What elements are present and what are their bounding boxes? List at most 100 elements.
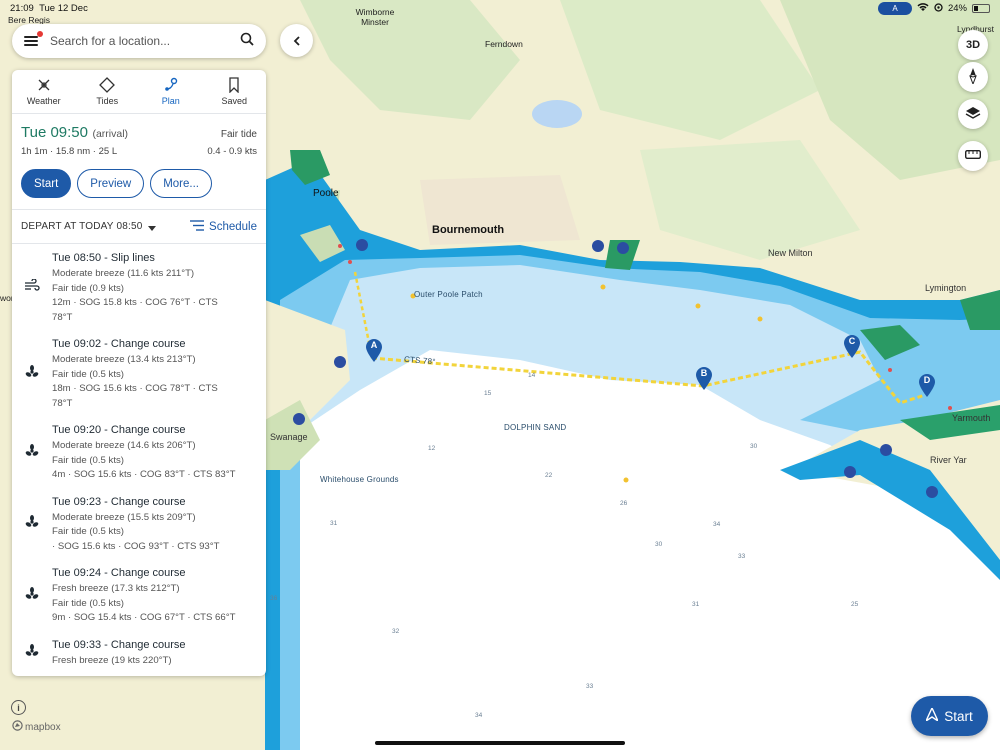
home-indicator[interactable] xyxy=(375,741,625,745)
start-fab-label: Start xyxy=(944,708,973,724)
tab-tides[interactable]: Tides xyxy=(76,70,140,113)
waypoint-a-pin[interactable]: A xyxy=(365,338,383,362)
list-item[interactable]: Tue 09:33 - Change course Fresh breeze (… xyxy=(12,639,266,669)
3d-toggle-button[interactable]: 3D xyxy=(958,30,988,60)
list-item[interactable]: Tue 09:20 - Change course Moderate breez… xyxy=(12,424,266,483)
svg-text:33: 33 xyxy=(738,553,746,560)
step-detail: 12m · SOG 15.8 kts · COG 76°T · CTS xyxy=(52,297,218,308)
depart-label: DEPART AT TODAY 08:50 xyxy=(21,221,143,232)
status-right: A 24% xyxy=(877,2,990,15)
step-detail: Fair tide (0.5 kts) xyxy=(52,454,124,466)
tab-plan[interactable]: Plan xyxy=(139,70,203,113)
battery-icon xyxy=(972,4,990,13)
step-detail: Fair tide (0.9 kts) xyxy=(52,282,124,294)
mapbox-logo-icon xyxy=(12,720,23,734)
bookmark-icon xyxy=(229,77,239,93)
step-title: Tue 09:33 - Change course xyxy=(52,638,186,651)
step-detail: 78°T xyxy=(52,397,73,409)
schedule-button[interactable]: Schedule xyxy=(190,219,257,234)
list-item[interactable]: Tue 09:24 - Change course Fresh breeze (… xyxy=(12,567,266,626)
place-label: Lymington xyxy=(925,283,967,293)
svg-text:12: 12 xyxy=(428,445,436,452)
list-item[interactable]: Tue 09:23 - Change course Moderate breez… xyxy=(12,496,266,555)
compass-button[interactable] xyxy=(958,62,988,92)
location-icon xyxy=(934,2,943,15)
propeller-icon xyxy=(25,643,39,663)
more-button[interactable]: More... xyxy=(150,169,212,198)
sea-label: Whitehouse Grounds xyxy=(320,475,399,484)
svg-text:30: 30 xyxy=(655,541,663,548)
search-input[interactable] xyxy=(50,34,240,48)
propeller-icon xyxy=(25,515,39,534)
step-detail: Fair tide (0.5 kts) xyxy=(52,597,124,609)
svg-text:34: 34 xyxy=(475,712,483,719)
status-bar: 21:09 Tue 12 Dec A 24% xyxy=(0,0,1000,18)
tide-status: Fair tide xyxy=(220,129,257,140)
list-item[interactable]: Tue 09:02 - Change course Moderate breez… xyxy=(12,338,266,411)
svg-text:22: 22 xyxy=(545,472,553,479)
tides-icon xyxy=(99,77,116,93)
place-label: Poole xyxy=(313,188,339,199)
svg-text:26: 26 xyxy=(620,500,628,507)
tide-range: 0.4 - 0.9 kts xyxy=(207,146,257,157)
chevron-left-icon xyxy=(292,33,302,49)
step-detail: Moderate breeze (14.6 kts 206°T) xyxy=(52,440,196,451)
step-detail: Moderate breeze (11.6 kts 211°T) xyxy=(52,268,195,279)
search-icon[interactable] xyxy=(240,32,254,51)
collapse-panel-button[interactable] xyxy=(280,24,313,57)
tab-saved[interactable]: Saved xyxy=(203,70,267,113)
wifi-icon xyxy=(917,2,929,15)
step-detail: Moderate breeze (15.5 kts 209°T) xyxy=(52,511,196,523)
ruler-icon xyxy=(964,149,982,162)
svg-text:33: 33 xyxy=(586,683,594,690)
menu-icon[interactable] xyxy=(24,31,43,47)
layers-icon xyxy=(965,106,981,123)
step-detail: · SOG 15.6 kts · COG 93°T · CTS 93°T xyxy=(52,540,220,552)
step-detail: 18m · SOG 15.6 kts · COG 78°T · CTS xyxy=(52,383,218,394)
start-navigation-fab[interactable]: Start xyxy=(911,696,988,736)
start-button[interactable]: Start xyxy=(21,169,72,198)
navigation-indicator-pill: A xyxy=(877,2,912,15)
propeller-icon xyxy=(25,365,39,384)
layers-button[interactable] xyxy=(958,99,988,129)
step-detail: 9m · SOG 15.4 kts · COG 67°T · CTS 66°T xyxy=(52,612,236,623)
waypoint-d-pin[interactable]: D xyxy=(918,373,936,397)
notification-dot xyxy=(37,31,43,37)
step-title: Tue 09:02 - Change course xyxy=(52,338,186,350)
step-detail: Fair tide (0.5 kts) xyxy=(52,368,124,380)
route-details: 1h 1m · 15.8 nm · 25 L xyxy=(21,146,118,157)
mapbox-attribution[interactable]: mapbox xyxy=(12,720,61,734)
measure-button[interactable] xyxy=(958,141,988,171)
place-label: Ferndown xyxy=(485,39,523,49)
depart-time-dropdown[interactable]: DEPART AT TODAY 08:50 xyxy=(21,218,156,236)
info-icon[interactable]: i xyxy=(11,700,26,715)
plan-icon xyxy=(164,77,177,91)
svg-text:31: 31 xyxy=(330,520,338,527)
step-detail: Fresh breeze (19 kts 220°T) xyxy=(52,654,172,666)
propeller-icon xyxy=(25,443,39,463)
step-detail: Fair tide (0.5 kts) xyxy=(52,526,124,537)
status-time: 21:09 Tue 12 Dec xyxy=(10,3,88,14)
arrival-time: Tue 09:50 xyxy=(21,124,88,141)
wind-icon xyxy=(24,278,40,298)
waypoint-c-pin[interactable]: C xyxy=(843,334,861,358)
svg-text:25: 25 xyxy=(851,601,859,608)
svg-text:14: 14 xyxy=(528,372,536,379)
list-item[interactable]: Tue 08:50 - Slip lines Moderate breeze (… xyxy=(12,252,266,325)
step-detail: Moderate breeze (13.4 kts 213°T) xyxy=(52,354,196,365)
tab-weather[interactable]: Weather xyxy=(12,70,76,113)
waypoint-b-pin[interactable]: B xyxy=(695,366,713,390)
compass-needle-icon xyxy=(968,67,978,87)
weather-icon xyxy=(38,79,50,91)
caret-down-icon xyxy=(147,218,156,236)
schedule-label: Schedule xyxy=(209,220,257,233)
route-plan-panel: Weather Tides Plan Saved Tue 09:50 (arri… xyxy=(12,70,266,676)
search-bar[interactable] xyxy=(12,24,266,58)
preview-button[interactable]: Preview xyxy=(77,169,145,198)
svg-text:32: 32 xyxy=(392,628,400,635)
place-label: New Milton xyxy=(768,248,813,258)
route-steps-list[interactable]: Tue 08:50 - Slip lines Moderate breeze (… xyxy=(12,244,266,668)
svg-text:31: 31 xyxy=(692,601,700,608)
place-label: Yarmouth xyxy=(952,413,991,423)
battery-percent: 24% xyxy=(947,3,967,14)
